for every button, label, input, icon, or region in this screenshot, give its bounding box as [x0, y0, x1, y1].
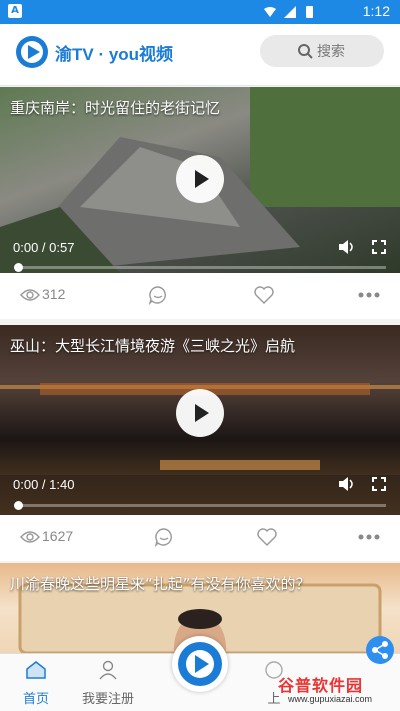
- search-icon: [298, 44, 313, 59]
- views-icon: [20, 531, 40, 543]
- video-card: 巫山：大型长江情境夜游《三峡之光》启航 0:00 / 1:40 1627: [0, 325, 400, 561]
- fullscreen-icon[interactable]: [372, 477, 386, 491]
- comment-icon[interactable]: [148, 285, 168, 305]
- video-time: 0:00 / 0:57: [13, 240, 75, 255]
- video-title: 川渝春晚这些明星来“扎起”有没有你喜欢的？: [10, 575, 311, 593]
- more-icon[interactable]: [358, 292, 380, 298]
- share-button[interactable]: [366, 636, 394, 664]
- search-box[interactable]: 搜索: [260, 35, 384, 67]
- center-video-button[interactable]: [172, 636, 228, 692]
- home-icon: [26, 661, 46, 679]
- share-icon: [372, 641, 388, 659]
- progress-bar[interactable]: [14, 501, 386, 510]
- nav-register-label: 我要注册: [81, 692, 134, 707]
- app-brand-title: 渝TV · you视频: [55, 45, 174, 64]
- video-title: 重庆南岸：时光留住的老街记忆: [10, 99, 221, 117]
- video-player[interactable]: 巫山：大型长江情境夜游《三峡之光》启航 0:00 / 1:40: [0, 325, 400, 515]
- nav-register[interactable]: 我要注册: [68, 660, 148, 707]
- progress-handle[interactable]: [14, 263, 23, 272]
- watermark-url: www.gupuxiazai.com: [288, 694, 373, 704]
- volume-icon[interactable]: [338, 476, 356, 492]
- video-time: 0:00 / 1:40: [13, 477, 75, 492]
- user-icon: [99, 660, 117, 680]
- nav-home-label: 首页: [22, 692, 49, 707]
- more-icon[interactable]: [358, 534, 380, 540]
- app-logo-icon: [178, 642, 222, 686]
- search-placeholder: 搜索: [317, 44, 345, 60]
- play-button[interactable]: [176, 155, 224, 203]
- video-actions: 312: [0, 273, 400, 319]
- view-count: 312: [42, 286, 66, 302]
- watermark: 谷普软件园 www.gupuxiazai.com: [270, 672, 400, 711]
- video-player[interactable]: 重庆南岸：时光留住的老街记忆 0:00 / 0:57: [0, 87, 400, 273]
- comment-icon[interactable]: [154, 527, 174, 547]
- status-bar: A 1:12: [0, 0, 400, 24]
- clock: 1:12: [362, 3, 390, 19]
- fullscreen-icon[interactable]: [372, 240, 386, 254]
- progress-handle[interactable]: [14, 501, 23, 510]
- play-icon: [195, 404, 209, 422]
- nav-home[interactable]: 首页: [0, 660, 76, 707]
- notification-app-icon: A: [8, 4, 22, 18]
- video-card: 重庆南岸：时光留住的老街记忆 0:00 / 0:57 312: [0, 87, 400, 319]
- view-count: 1627: [42, 528, 74, 544]
- like-icon[interactable]: [257, 528, 277, 546]
- play-button[interactable]: [176, 389, 224, 437]
- volume-icon[interactable]: [338, 239, 356, 255]
- like-icon[interactable]: [254, 286, 274, 304]
- app-logo-icon: [16, 36, 48, 68]
- watermark-title: 谷普软件园: [278, 676, 364, 695]
- app-header: 渝TV · you视频 搜索: [0, 24, 400, 86]
- status-icons: [264, 6, 313, 18]
- progress-bar[interactable]: [14, 263, 386, 272]
- views-icon: [20, 289, 40, 301]
- video-title: 巫山：大型长江情境夜游《三峡之光》启航: [10, 337, 296, 355]
- play-icon: [195, 170, 209, 188]
- video-actions: 1627: [0, 515, 400, 561]
